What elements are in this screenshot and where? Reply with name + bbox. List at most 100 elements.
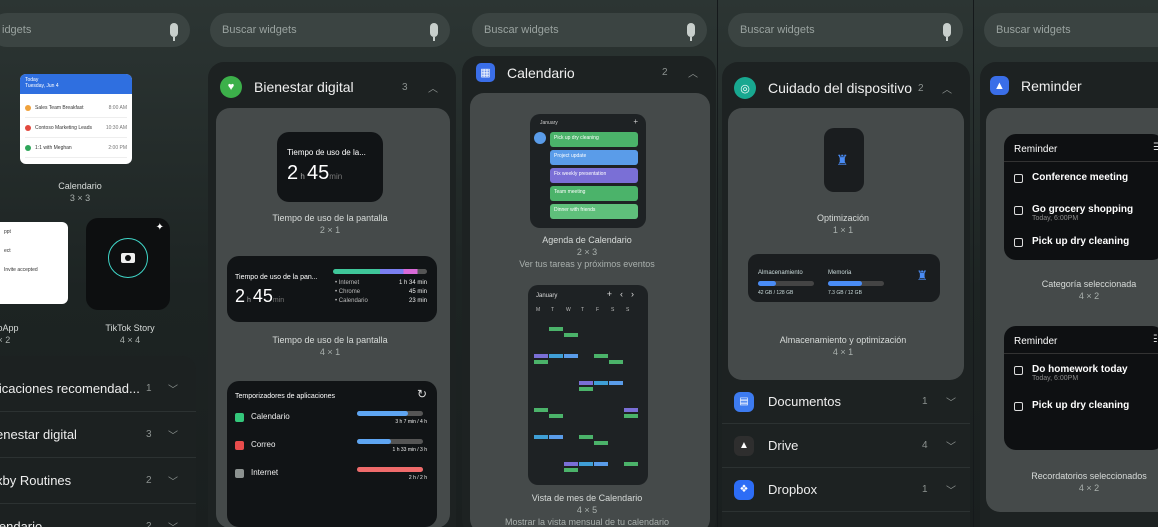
month-day-cell[interactable] bbox=[594, 425, 608, 451]
month-day-cell[interactable] bbox=[549, 425, 563, 451]
month-day-cell[interactable] bbox=[564, 344, 578, 370]
month-day-cell[interactable] bbox=[609, 317, 623, 343]
category-row[interactable]: lendario 2 ﹀ bbox=[0, 504, 196, 527]
month-day-cell[interactable] bbox=[624, 371, 638, 397]
autoapp-widget-preview[interactable]: ppt ect Invite accepted bbox=[0, 222, 68, 304]
section-header[interactable]: ◎ Cuidado del dispositivo 2 ︿ bbox=[734, 77, 964, 99]
month-day-cell[interactable] bbox=[534, 371, 548, 397]
month-day-cell[interactable] bbox=[579, 425, 593, 451]
screen-time-widget-4x1[interactable]: Tiempo de uso de la pan... 2 h 45min • I… bbox=[227, 256, 437, 322]
app-list-row[interactable]: ▲ Drive 4 ﹀ bbox=[722, 424, 970, 468]
month-day-cell[interactable] bbox=[534, 344, 548, 370]
agenda-event[interactable]: Pick up dry cleaning bbox=[550, 132, 638, 147]
chevron-down-icon[interactable]: ﹀ bbox=[168, 473, 178, 488]
add-icon[interactable]: + bbox=[633, 117, 638, 126]
month-day-cell[interactable] bbox=[609, 398, 623, 424]
reminder-item[interactable]: Go grocery shopping Today, 6:00PM bbox=[1014, 204, 1133, 222]
category-row[interactable]: enestar digital 3 ﹀ bbox=[0, 412, 196, 458]
reminder-item[interactable]: Conference meeting bbox=[1014, 172, 1128, 183]
menu-icon[interactable]: ☰ bbox=[1153, 142, 1158, 153]
category-row[interactable]: licaciones recomendad... 1 ﹀ bbox=[0, 366, 196, 412]
agenda-event[interactable]: Fix weekly presentation bbox=[550, 168, 638, 183]
mic-icon[interactable] bbox=[687, 23, 695, 41]
mic-icon[interactable] bbox=[170, 23, 178, 41]
search-bar[interactable]: Buscar widgets bbox=[210, 13, 450, 47]
month-day-cell[interactable] bbox=[609, 452, 623, 478]
app-list-row[interactable]: ▤ Documentos 1 ﹀ bbox=[722, 380, 970, 424]
reminder-checkbox[interactable] bbox=[1014, 238, 1023, 247]
month-day-cell[interactable] bbox=[579, 371, 593, 397]
refresh-icon[interactable]: ↻ bbox=[417, 387, 427, 401]
chevron-up-icon[interactable]: ︿ bbox=[428, 80, 438, 95]
month-day-cell[interactable] bbox=[609, 425, 623, 451]
month-day-cell[interactable] bbox=[594, 317, 608, 343]
chevron-down-icon[interactable]: ﹀ bbox=[946, 438, 956, 453]
reminder-checkbox[interactable] bbox=[1014, 366, 1023, 375]
month-day-cell[interactable] bbox=[624, 317, 638, 343]
reminder-checkbox[interactable] bbox=[1014, 206, 1023, 215]
month-day-cell[interactable] bbox=[594, 371, 608, 397]
mic-icon[interactable] bbox=[943, 23, 951, 41]
month-day-cell[interactable] bbox=[594, 398, 608, 424]
month-day-cell[interactable] bbox=[564, 425, 578, 451]
chevron-up-icon[interactable]: ︿ bbox=[688, 65, 698, 80]
month-day-cell[interactable] bbox=[549, 371, 563, 397]
month-view-widget[interactable]: January +‹› M T W T F S S bbox=[528, 285, 648, 485]
agenda-event[interactable]: Team meeting bbox=[550, 186, 638, 201]
chevron-down-icon[interactable]: ﹀ bbox=[946, 394, 956, 409]
month-day-cell[interactable] bbox=[564, 452, 578, 478]
month-day-cell[interactable] bbox=[549, 452, 563, 478]
optimization-widget[interactable]: ♜ bbox=[824, 128, 864, 192]
month-day-cell[interactable] bbox=[579, 452, 593, 478]
month-day-cell[interactable] bbox=[534, 317, 548, 343]
agenda-event[interactable]: Project update bbox=[550, 150, 638, 165]
chevron-down-icon[interactable]: ﹀ bbox=[946, 482, 956, 497]
month-day-cell[interactable] bbox=[534, 398, 548, 424]
month-day-cell[interactable] bbox=[609, 371, 623, 397]
reminder-widget-category[interactable]: Reminder ☰ Conference meeting Go grocery … bbox=[1004, 134, 1158, 260]
month-day-cell[interactable] bbox=[624, 452, 638, 478]
menu-icon[interactable]: ☷ bbox=[1153, 334, 1158, 345]
month-day-cell[interactable] bbox=[564, 371, 578, 397]
section-header[interactable]: ▲ Reminder bbox=[990, 76, 1158, 95]
tiktok-widget-preview[interactable]: ✦ bbox=[86, 218, 170, 310]
reminder-checkbox[interactable] bbox=[1014, 174, 1023, 183]
agenda-event[interactable]: Dinner with friends bbox=[550, 204, 638, 219]
reminder-item[interactable]: Pick up dry cleaning bbox=[1014, 236, 1129, 247]
chevron-down-icon[interactable]: ﹀ bbox=[168, 427, 178, 442]
calendar-widget-preview[interactable]: Today Tuesday, Jun 4 Sales Team Breakfas… bbox=[20, 74, 132, 164]
month-day-cell[interactable] bbox=[534, 452, 548, 478]
month-day-cell[interactable] bbox=[594, 452, 608, 478]
month-day-cell[interactable] bbox=[549, 344, 563, 370]
screen-time-widget-2x1[interactable]: Tiempo de uso de la... 2 h 45min bbox=[277, 132, 383, 202]
mic-icon[interactable] bbox=[430, 23, 438, 41]
reminder-item[interactable]: Pick up dry cleaning bbox=[1014, 400, 1129, 411]
chevron-down-icon[interactable]: ﹀ bbox=[168, 519, 178, 527]
agenda-widget[interactable]: January + Pick up dry cleaning Project up… bbox=[530, 114, 646, 228]
section-header[interactable]: ▦ Calendario 2 ︿ bbox=[476, 63, 706, 82]
month-day-cell[interactable] bbox=[579, 317, 593, 343]
month-day-cell[interactable] bbox=[624, 425, 638, 451]
month-day-cell[interactable] bbox=[549, 317, 563, 343]
reminder-widget-selected[interactable]: Reminder ☷ Do homework today Today, 6:00P… bbox=[1004, 326, 1158, 450]
chevron-up-icon[interactable]: ︿ bbox=[942, 81, 952, 96]
search-bar[interactable]: idgets bbox=[0, 13, 190, 47]
month-day-cell[interactable] bbox=[594, 344, 608, 370]
search-bar[interactable]: Buscar widgets bbox=[984, 13, 1158, 47]
month-day-cell[interactable] bbox=[579, 344, 593, 370]
month-day-cell[interactable] bbox=[549, 398, 563, 424]
month-day-cell[interactable] bbox=[564, 317, 578, 343]
month-day-cell[interactable] bbox=[579, 398, 593, 424]
section-header[interactable]: ♥ Bienestar digital 3 ︿ bbox=[220, 76, 450, 98]
month-day-cell[interactable] bbox=[534, 425, 548, 451]
app-list-row[interactable]: ❖ Dropbox 1 ﹀ bbox=[722, 468, 970, 512]
month-day-cell[interactable] bbox=[624, 398, 638, 424]
category-row[interactable]: xby Routines 2 ﹀ bbox=[0, 458, 196, 504]
reminder-checkbox[interactable] bbox=[1014, 402, 1023, 411]
month-day-cell[interactable] bbox=[564, 398, 578, 424]
chevron-down-icon[interactable]: ﹀ bbox=[168, 381, 178, 396]
reminder-item[interactable]: Do homework today Today, 6:00PM bbox=[1014, 364, 1128, 382]
storage-widget[interactable]: Almacenamiento Memoria 42 GB / 128 GB 7.… bbox=[748, 254, 940, 302]
app-timers-widget[interactable]: Temporizadores de aplicaciones ↻ Calenda… bbox=[227, 381, 437, 527]
search-bar[interactable]: Buscar widgets bbox=[728, 13, 963, 47]
